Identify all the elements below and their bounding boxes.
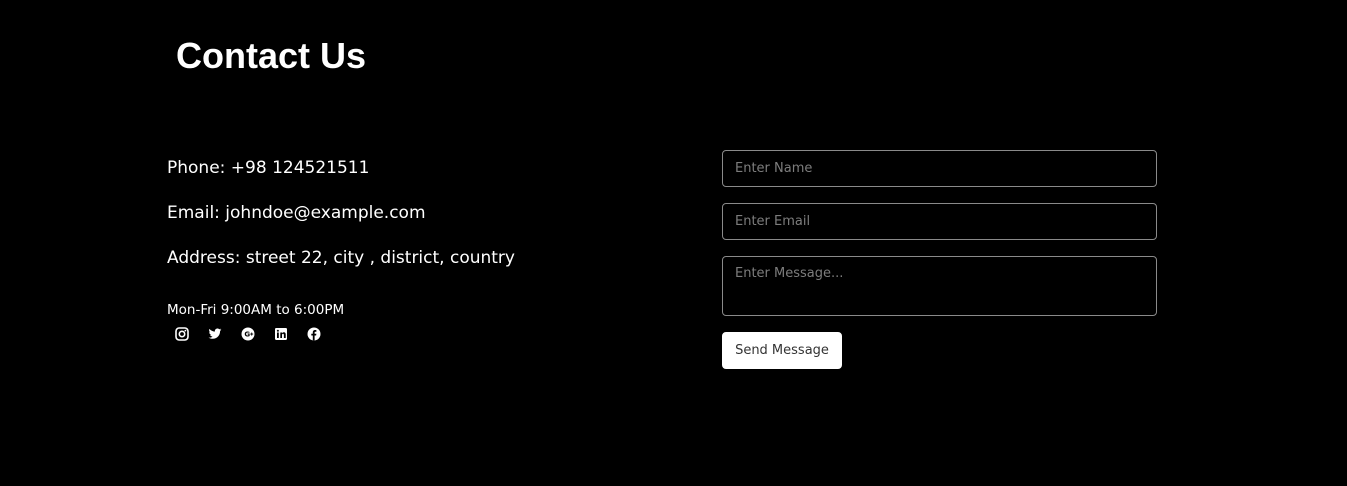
send-message-button[interactable]: Send Message	[722, 332, 842, 369]
email-input[interactable]	[722, 203, 1157, 240]
svg-text:G: G	[244, 331, 250, 339]
address-text: Address: street 22, city , district, cou…	[167, 248, 515, 268]
twitter-icon[interactable]	[208, 327, 222, 341]
google-plus-icon[interactable]: G	[241, 327, 255, 341]
phone-text: Phone: +98 124521511	[167, 158, 370, 178]
hours-text: Mon-Fri 9:00AM to 6:00PM	[167, 301, 345, 318]
message-textarea[interactable]	[722, 256, 1157, 316]
linkedin-icon[interactable]	[274, 327, 288, 341]
email-text: Email: johndoe@example.com	[167, 203, 426, 223]
facebook-icon[interactable]	[307, 327, 321, 341]
name-input[interactable]	[722, 150, 1157, 187]
contact-page: Contact Us Phone: +98 124521511 Email: j…	[0, 0, 1347, 486]
social-links: G	[175, 327, 321, 341]
page-title: Contact Us	[176, 35, 367, 76]
instagram-icon[interactable]	[175, 327, 189, 341]
